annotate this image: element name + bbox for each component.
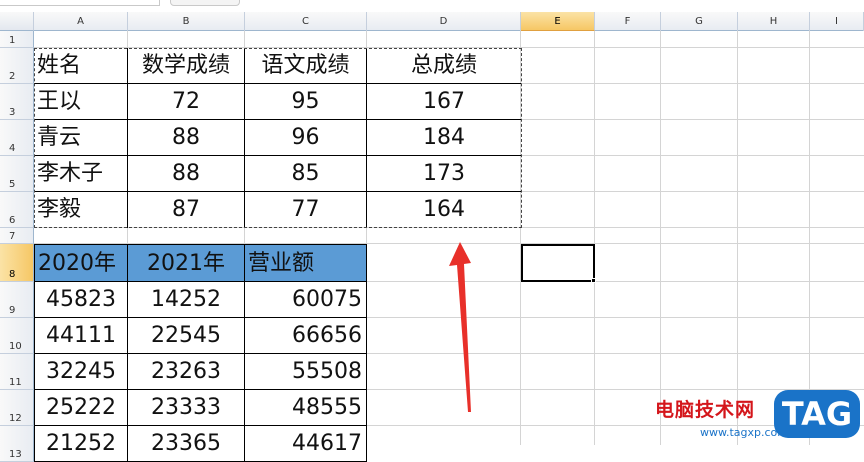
insert-function-button[interactable] bbox=[170, 0, 240, 6]
cell-a2[interactable]: 姓名 bbox=[34, 48, 128, 84]
cell-b10[interactable]: 22545 bbox=[128, 318, 245, 354]
cell-b13[interactable]: 23365 bbox=[128, 426, 245, 462]
cell-a8[interactable]: 2020年 bbox=[34, 244, 128, 282]
cell-d2[interactable]: 总成绩 bbox=[367, 48, 521, 84]
cell-a3[interactable]: 王以 bbox=[34, 84, 128, 120]
formula-bar: E8 fx bbox=[0, 0, 864, 12]
cell-c9[interactable]: 60075 bbox=[245, 282, 367, 318]
cell-a5[interactable]: 李木子 bbox=[34, 156, 128, 192]
cell-c3[interactable]: 95 bbox=[245, 84, 367, 120]
cell-d3[interactable]: 167 bbox=[367, 84, 521, 120]
fx-icon: fx bbox=[218, 0, 227, 3]
cell-a11[interactable]: 32245 bbox=[34, 354, 128, 390]
cell-c5[interactable]: 85 bbox=[245, 156, 367, 192]
cell-a4[interactable]: 青云 bbox=[34, 120, 128, 156]
row-header-8[interactable]: 8 bbox=[0, 244, 34, 282]
cell-b3[interactable]: 72 bbox=[128, 84, 245, 120]
cell-d6[interactable]: 164 bbox=[367, 192, 521, 228]
gridline bbox=[660, 31, 661, 445]
gridline bbox=[594, 31, 595, 445]
row-header-13[interactable]: 13 bbox=[0, 426, 34, 462]
cell-b2[interactable]: 数学成绩 bbox=[128, 48, 245, 84]
row-header-3[interactable]: 3 bbox=[0, 84, 34, 120]
select-all-button[interactable] bbox=[0, 12, 34, 31]
cell-c4[interactable]: 96 bbox=[245, 120, 367, 156]
column-header-e[interactable]: E bbox=[521, 12, 595, 31]
watermark-site-name: 电脑技术网 bbox=[655, 399, 756, 421]
column-header-c[interactable]: C bbox=[245, 12, 367, 31]
cell-c10[interactable]: 66656 bbox=[245, 318, 367, 354]
cell-c8[interactable]: 营业额 bbox=[245, 244, 367, 282]
row-header-7[interactable]: 7 bbox=[0, 228, 34, 244]
row-header-6[interactable]: 6 bbox=[0, 192, 34, 228]
cell-d4[interactable]: 184 bbox=[367, 120, 521, 156]
annotation-arrow-icon bbox=[449, 242, 471, 412]
cell-b8[interactable]: 2021年 bbox=[128, 244, 245, 282]
name-box-value: E8 bbox=[62, 0, 75, 3]
cell-c11[interactable]: 55508 bbox=[245, 354, 367, 390]
column-header-b[interactable]: B bbox=[128, 12, 245, 31]
row-header-4[interactable]: 4 bbox=[0, 120, 34, 156]
cell-a6[interactable]: 李毅 bbox=[34, 192, 128, 228]
gridline bbox=[809, 31, 810, 445]
column-header-g[interactable]: G bbox=[661, 12, 738, 31]
cell-d5[interactable]: 173 bbox=[367, 156, 521, 192]
cell-b12[interactable]: 23333 bbox=[128, 390, 245, 426]
row-header-2[interactable]: 2 bbox=[0, 48, 34, 84]
active-cell-cursor[interactable] bbox=[521, 244, 595, 282]
cell-b4[interactable]: 88 bbox=[128, 120, 245, 156]
column-header-h[interactable]: H bbox=[738, 12, 810, 31]
cell-b6[interactable]: 87 bbox=[128, 192, 245, 228]
row-header-1[interactable]: 1 bbox=[0, 31, 34, 48]
column-header-d[interactable]: D bbox=[367, 12, 521, 31]
row-header-9[interactable]: 9 bbox=[0, 282, 34, 318]
column-header-f[interactable]: F bbox=[595, 12, 661, 31]
gridline bbox=[737, 31, 738, 445]
cell-b11[interactable]: 23263 bbox=[128, 354, 245, 390]
column-header-a[interactable]: A bbox=[34, 12, 128, 31]
cell-a13[interactable]: 21252 bbox=[34, 426, 128, 462]
row-header-10[interactable]: 10 bbox=[0, 318, 34, 354]
row-header-11[interactable]: 11 bbox=[0, 354, 34, 390]
row-header-5[interactable]: 5 bbox=[0, 156, 34, 192]
cell-a9[interactable]: 45823 bbox=[34, 282, 128, 318]
row-header-12[interactable]: 12 bbox=[0, 390, 34, 426]
cell-c6[interactable]: 77 bbox=[245, 192, 367, 228]
cell-b5[interactable]: 88 bbox=[128, 156, 245, 192]
watermark-badge: TAG bbox=[774, 390, 860, 438]
column-header-i[interactable]: I bbox=[810, 12, 864, 31]
fill-handle[interactable] bbox=[591, 278, 596, 283]
cell-b9[interactable]: 14252 bbox=[128, 282, 245, 318]
cell-c2[interactable]: 语文成绩 bbox=[245, 48, 367, 84]
cell-a10[interactable]: 44111 bbox=[34, 318, 128, 354]
cell-a12[interactable]: 25222 bbox=[34, 390, 128, 426]
cell-c13[interactable]: 44617 bbox=[245, 426, 367, 462]
name-box[interactable] bbox=[0, 0, 160, 6]
cell-c12[interactable]: 48555 bbox=[245, 390, 367, 426]
